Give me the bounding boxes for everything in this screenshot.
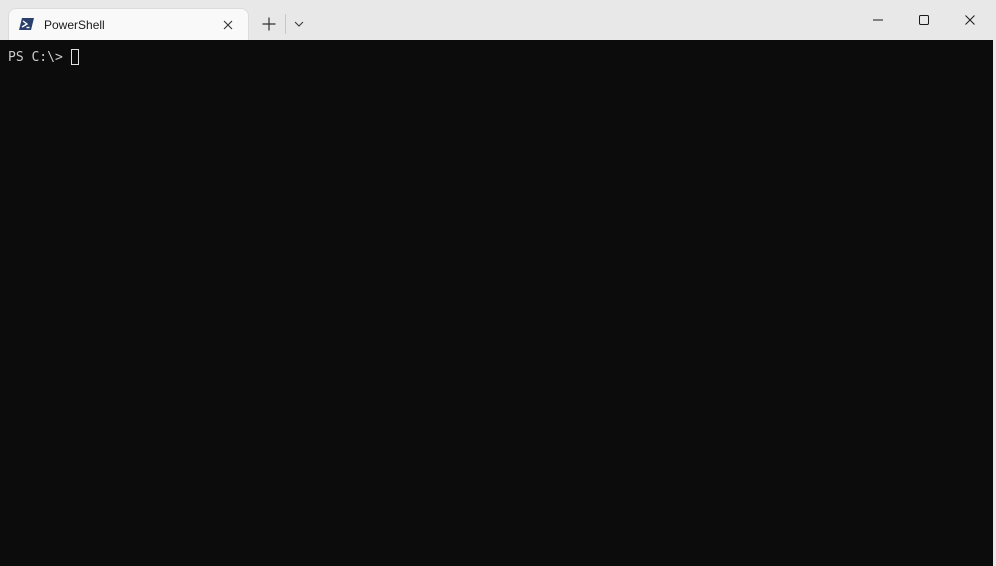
powershell-icon <box>19 17 35 31</box>
maximize-icon <box>919 15 929 25</box>
text-cursor <box>70 49 79 65</box>
prompt-line: PS C:\> <box>8 49 79 65</box>
tab-powershell[interactable]: PowerShell <box>8 8 249 40</box>
new-tab-button[interactable] <box>257 12 281 36</box>
minimize-icon <box>873 19 883 21</box>
tab-title: PowerShell <box>44 18 105 32</box>
title-bar[interactable]: PowerShell <box>0 0 993 40</box>
close-tab-icon[interactable] <box>220 17 236 33</box>
terminal-window: PowerShell PS C:\> <box>0 0 993 566</box>
terminal-output-area[interactable]: PS C:\> <box>0 40 993 566</box>
close-icon <box>965 15 975 25</box>
profile-dropdown-button[interactable] <box>289 12 309 36</box>
minimize-button[interactable] <box>855 0 901 40</box>
close-window-button[interactable] <box>947 0 993 40</box>
maximize-button[interactable] <box>901 0 947 40</box>
plus-icon <box>262 17 276 31</box>
tab-separator <box>285 14 286 34</box>
prompt-text: PS C:\> <box>8 49 71 65</box>
chevron-down-icon <box>294 21 304 27</box>
